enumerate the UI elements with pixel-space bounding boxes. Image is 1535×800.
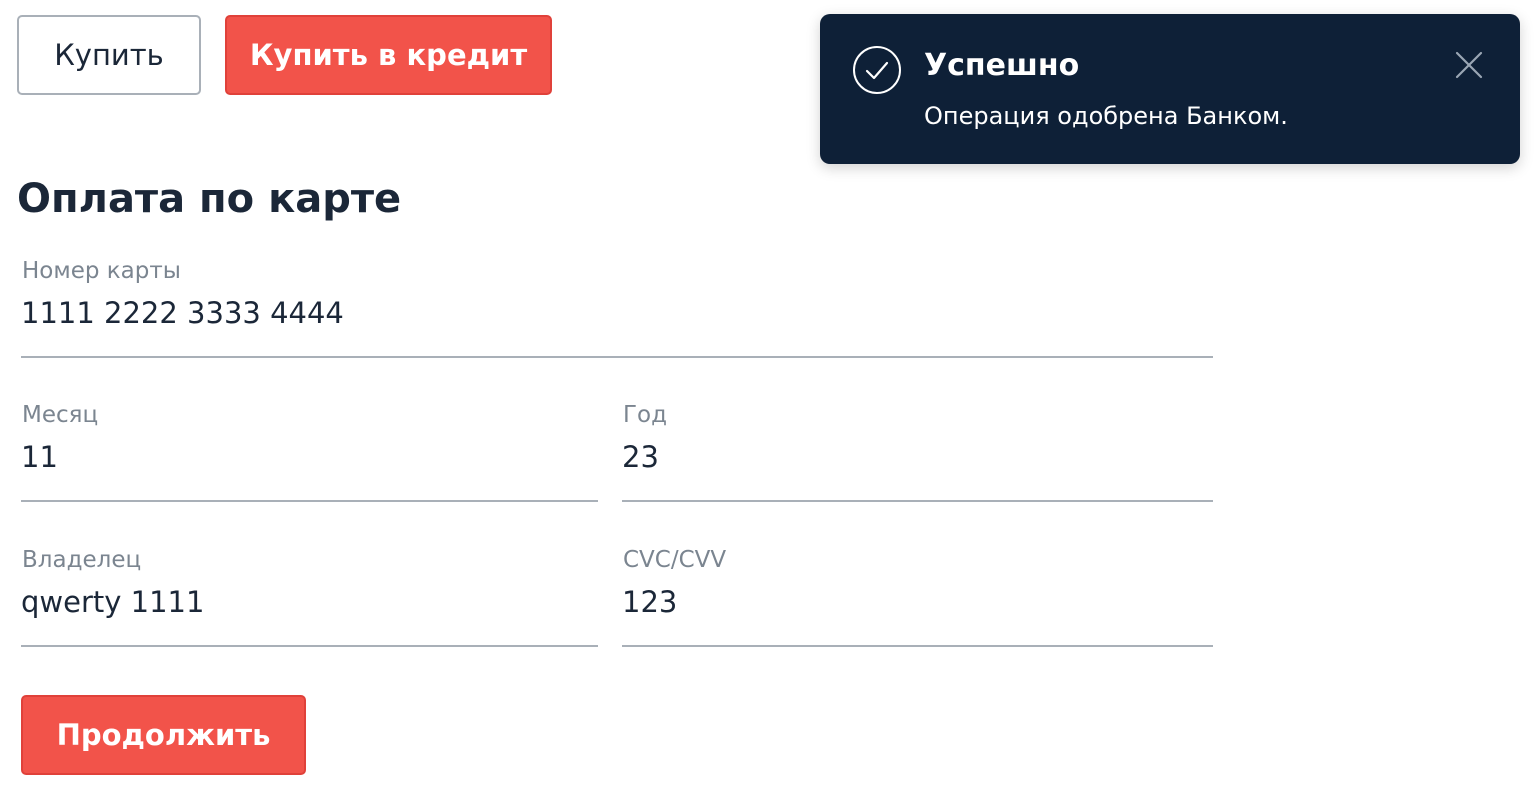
check-circle-icon <box>852 45 902 95</box>
notification-message: Операция одобрена Банком. <box>924 102 1288 130</box>
card-number-field[interactable]: Номер карты 1111 2222 3333 4444 <box>21 258 1213 358</box>
cvc-label: CVC/CVV <box>623 547 727 573</box>
month-field[interactable]: Месяц 11 <box>21 402 598 502</box>
page-title: Оплата по карте <box>17 176 402 222</box>
year-label: Год <box>623 402 668 428</box>
month-input[interactable]: 11 <box>21 440 58 474</box>
month-label: Месяц <box>22 402 99 428</box>
notification-title: Успешно <box>924 48 1080 83</box>
cvc-input[interactable]: 123 <box>622 585 677 619</box>
buy-credit-button[interactable]: Купить в кредит <box>225 15 552 95</box>
buy-button-label: Купить <box>54 38 164 72</box>
continue-button[interactable]: Продолжить <box>21 695 306 775</box>
buy-credit-button-label: Купить в кредит <box>249 38 528 72</box>
owner-label: Владелец <box>22 547 142 573</box>
buy-button[interactable]: Купить <box>17 15 201 95</box>
card-number-input[interactable]: 1111 2222 3333 4444 <box>21 296 344 330</box>
card-number-label: Номер карты <box>22 258 181 284</box>
owner-input[interactable]: qwerty 1111 <box>21 585 204 619</box>
continue-button-label: Продолжить <box>56 718 271 752</box>
cvc-field[interactable]: CVC/CVV 123 <box>622 547 1213 647</box>
year-field[interactable]: Год 23 <box>622 402 1213 502</box>
year-input[interactable]: 23 <box>622 440 659 474</box>
success-notification: Успешно Операция одобрена Банком. <box>820 14 1520 164</box>
close-icon[interactable] <box>1454 50 1484 80</box>
owner-field[interactable]: Владелец qwerty 1111 <box>21 547 598 647</box>
